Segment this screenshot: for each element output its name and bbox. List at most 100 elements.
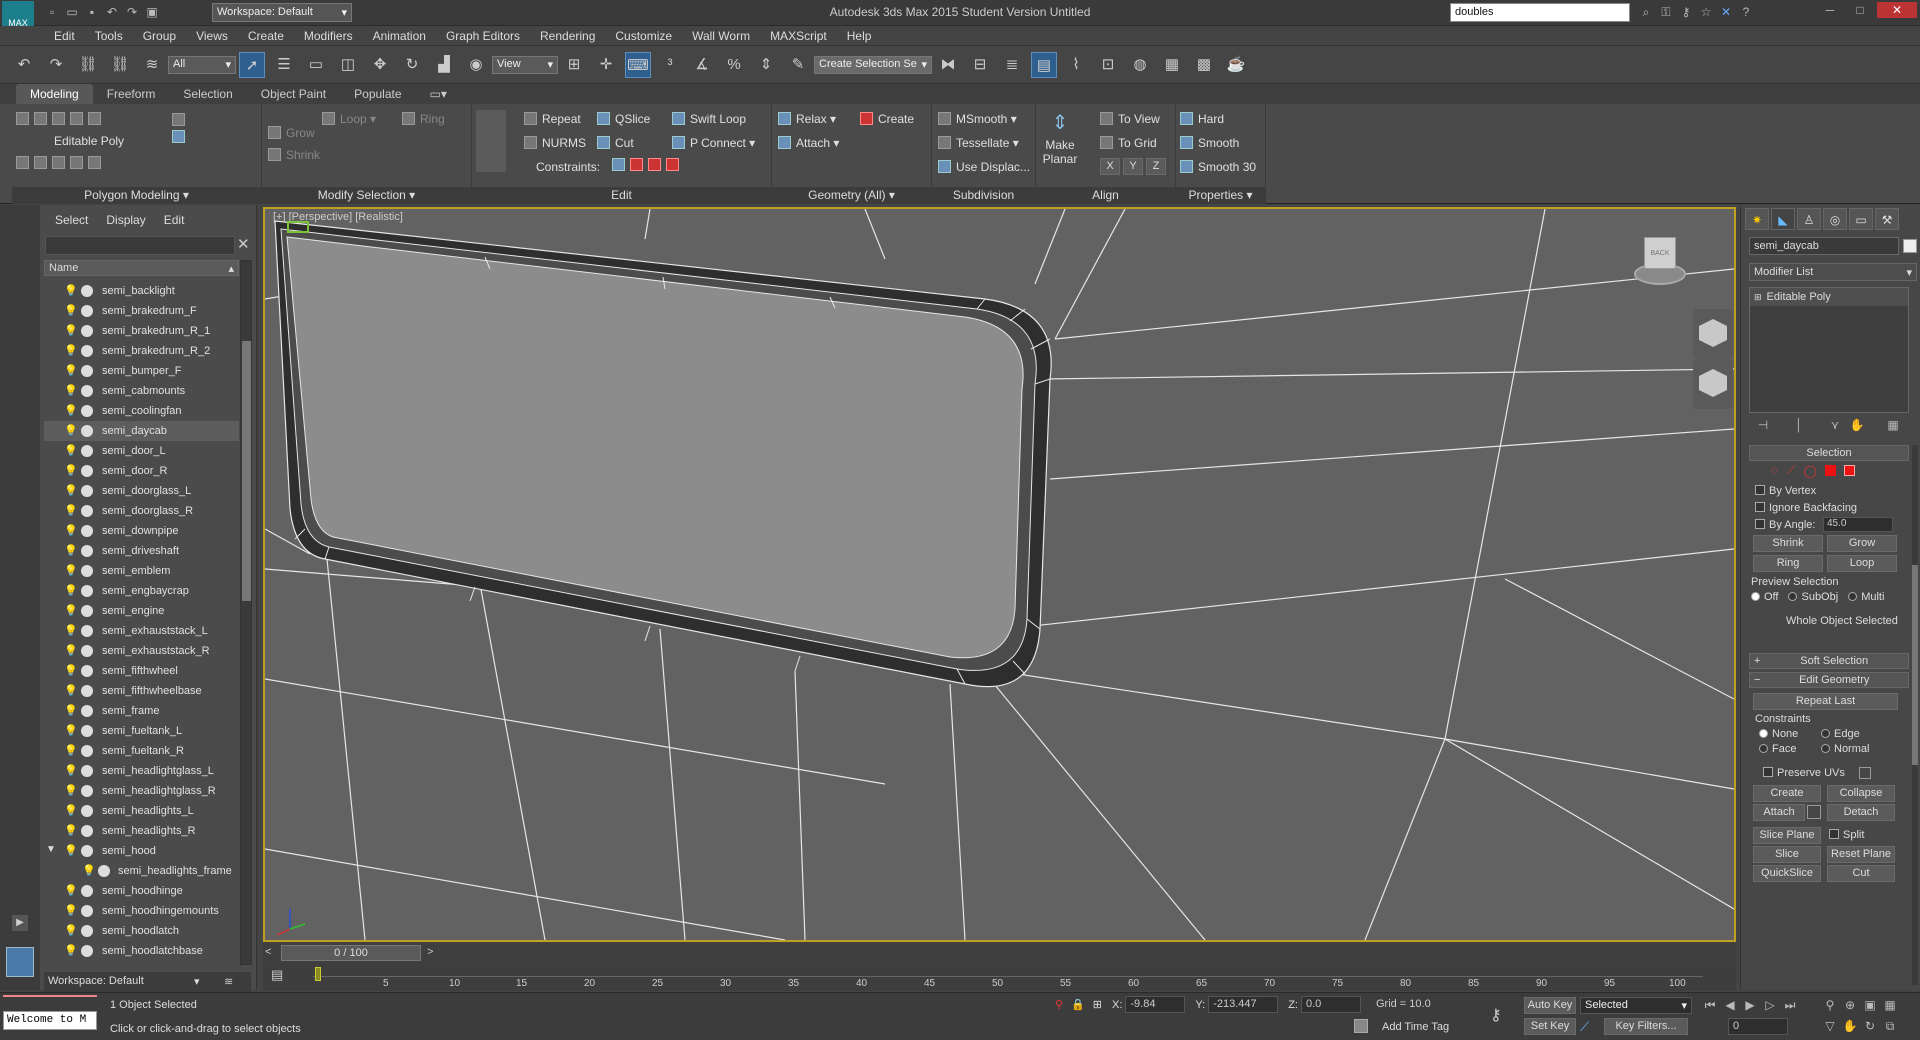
auto-key-button[interactable]: Auto Key [1524,997,1576,1014]
rect-selection-icon[interactable]: ▭ [303,52,329,78]
add-time-tag-label[interactable]: Add Time Tag [1382,1021,1449,1033]
save-file-icon[interactable]: ▪ [84,4,100,20]
maximize-icon[interactable]: □ [1847,2,1873,18]
y-coord-field[interactable]: -213.447 [1208,996,1279,1013]
menu-wall-worm[interactable]: Wall Worm [682,26,760,46]
visibility-icon[interactable] [98,865,110,877]
light-bulb-icon[interactable]: 💡 [64,304,78,317]
workspace-dropdown[interactable]: Workspace: Default ▾ [212,3,352,22]
set-key-key-icon[interactable]: ⚷ [1490,1005,1502,1025]
rendered-frame-icon[interactable]: ▩ [1191,52,1217,78]
subscription-icon[interactable]: ⚿ [1658,4,1674,20]
visibility-icon[interactable] [81,585,93,597]
hard-button[interactable]: Hard [1180,112,1224,126]
align-y-button[interactable]: Y [1123,158,1143,175]
vertex-icon[interactable] [16,112,29,125]
preview-off-radio[interactable]: Off [1751,591,1778,603]
list-item[interactable]: 💡 semi_hoodlatchbase [44,941,239,961]
edge-icon[interactable] [34,112,47,125]
qslice-button[interactable]: QSlice [597,112,650,126]
z-coord-field[interactable]: 0.0 [1300,996,1361,1013]
light-bulb-icon[interactable]: 💡 [64,764,78,777]
preview-multi-radio[interactable]: Multi [1848,591,1884,603]
snap-toggle-icon[interactable]: ³ [657,52,683,78]
light-bulb-icon[interactable]: 💡 [64,564,78,577]
redo-icon[interactable]: ↷ [43,52,69,78]
constraint-none-icon[interactable] [612,158,625,171]
set-key-button[interactable]: Set Key [1524,1018,1576,1035]
list-item[interactable]: 💡 semi_doorglass_L [44,481,239,501]
play-icon[interactable]: ▶ [1742,997,1758,1013]
modify-tab-icon[interactable]: ◣ [1771,208,1795,230]
scale-icon[interactable]: ▟ [431,52,457,78]
clear-search-icon[interactable]: ✕ [237,235,250,253]
visibility-icon[interactable] [81,645,93,657]
visibility-icon[interactable] [81,445,93,457]
previous-modifier-icon[interactable] [172,113,185,126]
visibility-icon[interactable] [81,745,93,757]
light-bulb-icon[interactable]: 💡 [64,724,78,737]
make-planar-button[interactable]: ⇕ Make Planar [1040,110,1080,174]
go-to-end-icon[interactable]: ⏭ [1782,997,1798,1013]
visibility-icon[interactable] [81,305,93,317]
list-item[interactable]: 💡 semi_headlightglass_L [44,761,239,781]
light-bulb-icon[interactable]: 💡 [64,284,78,297]
slice-plane-button[interactable]: Slice Plane [1753,827,1821,844]
attach-list-icon[interactable] [1807,805,1821,819]
list-item[interactable]: 💡 semi_hoodlatch [44,921,239,941]
constraint-face-icon[interactable] [648,158,661,171]
edit-named-selection-icon[interactable]: ✎ [785,52,811,78]
explorer-menu-select[interactable]: Select [55,213,88,227]
edge-level-icon[interactable]: ⟋ [1787,463,1795,478]
light-bulb-icon[interactable]: 💡 [64,604,78,617]
time-slider-next-icon[interactable]: > [427,946,433,958]
perspective-viewport[interactable]: [+] [Perspective] [Realistic] BACK [263,207,1736,942]
list-item[interactable]: 💡 semi_frame [44,701,239,721]
current-frame-marker[interactable] [315,967,321,981]
pin-stack-icon[interactable]: ⊣ [1755,417,1771,433]
zoom-icon[interactable]: ⚲ [1822,997,1838,1013]
visibility-icon[interactable] [81,505,93,517]
maximize-viewport-icon[interactable]: ⧉ [1882,1018,1898,1034]
shrink-button[interactable]: Shrink [268,148,320,162]
border-level-icon[interactable]: ◯ [1803,464,1816,478]
light-bulb-icon[interactable]: 💡 [64,324,78,337]
ribbon-options-icon[interactable]: ▭▾ [416,84,461,104]
create-button[interactable]: Create [1753,785,1821,802]
visibility-icon[interactable] [81,905,93,917]
current-frame-field[interactable]: 0 [1728,1018,1788,1035]
menu-edit[interactable]: Edit [44,26,85,46]
visibility-icon[interactable] [81,545,93,557]
close-icon[interactable]: ✕ [1877,2,1917,18]
attach-button[interactable]: Attach [1753,804,1805,821]
key-tangent-icon[interactable]: ⟋ [1580,1019,1589,1035]
light-bulb-icon[interactable]: 💡 [64,424,78,437]
layer-manager-icon[interactable]: ≣ [999,52,1025,78]
render-setup-icon[interactable]: ▦ [1159,52,1185,78]
light-bulb-icon[interactable]: 💡 [64,924,78,937]
modifier-stack-item[interactable]: ⊞ Editable Poly [1750,288,1908,306]
select-object-icon[interactable]: ➚ [239,51,265,78]
preserve-uvs-checkbox[interactable]: Preserve UVs [1763,767,1845,779]
menu-rendering[interactable]: Rendering [530,26,605,46]
undo-icon[interactable]: ↶ [11,52,37,78]
zoom-extents-all-icon[interactable]: ▦ [1882,997,1898,1013]
by-vertex-checkbox[interactable]: By Vertex [1755,485,1816,497]
msmooth-button[interactable]: MSmooth ▾ [938,112,1017,126]
keyboard-shortcut-override-icon[interactable]: ⌨ [625,51,651,78]
visibility-icon[interactable] [81,885,93,897]
orbit-navigation-icon[interactable] [1693,359,1733,409]
chevron-down-icon[interactable]: ▾ [194,975,200,988]
object-name-field[interactable]: semi_daycab [1749,237,1899,255]
repeat-last-button[interactable]: Repeat Last [1753,693,1898,710]
polygon-level-icon[interactable] [1824,465,1836,476]
visibility-icon[interactable] [81,405,93,417]
preview-subobj-radio[interactable]: SubObj [1788,591,1838,603]
light-bulb-icon[interactable]: 💡 [64,684,78,697]
time-tag-icon[interactable] [1354,1019,1368,1033]
list-item[interactable]: 💡 semi_driveshaft [44,541,239,561]
help-icon[interactable]: ? [1738,4,1754,20]
list-item[interactable]: 💡 semi_engine [44,601,239,621]
modify-selection-title[interactable]: Modify Selection ▾ [262,187,471,204]
constraint-face-radio[interactable]: Face [1759,743,1796,755]
